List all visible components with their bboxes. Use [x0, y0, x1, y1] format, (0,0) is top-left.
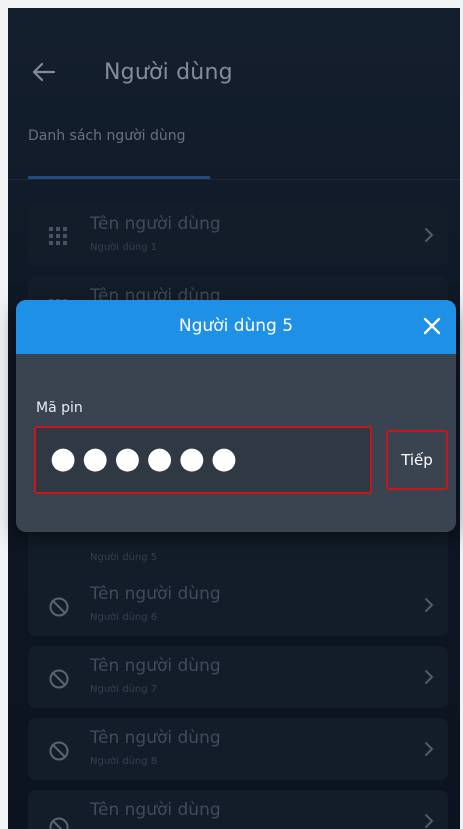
dialog-header: Người dùng 5	[16, 300, 456, 354]
close-icon[interactable]	[422, 316, 442, 336]
dialog-title: Người dùng 5	[178, 316, 294, 336]
next-button[interactable]: Tiếp	[386, 430, 448, 490]
pin-label: Mã pin	[36, 400, 83, 416]
pin-input[interactable]: ●●●●●●	[34, 426, 372, 494]
pin-dialog: Người dùng 5 Mã pin ●●●●●● Tiếp	[16, 300, 456, 532]
